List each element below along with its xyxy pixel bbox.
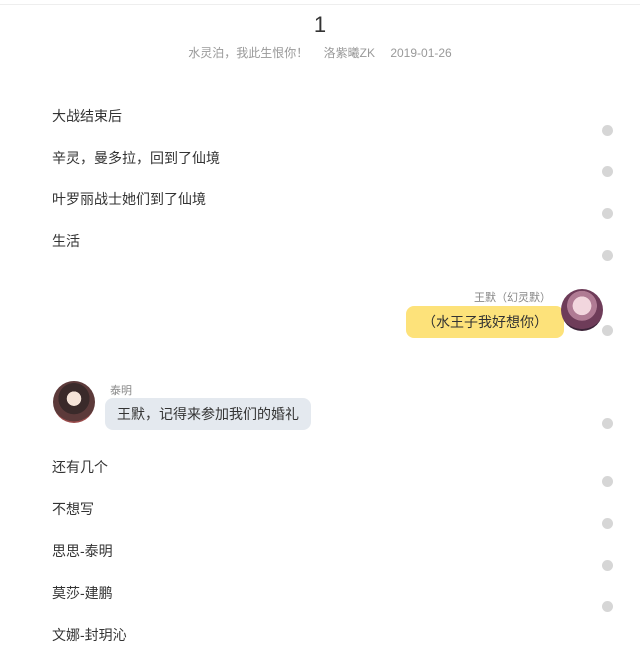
comment-dot-icon[interactable]: [602, 601, 613, 612]
chapter-number: 1: [313, 12, 327, 37]
comment-dot-icon[interactable]: [602, 560, 613, 571]
comment-dot-icon[interactable]: [602, 250, 613, 261]
paragraph: 文娜-封玥沁: [52, 627, 127, 643]
dialog-bubble-right: （水王子我好想你）: [406, 306, 564, 338]
paragraph: 莫莎-建鹏: [52, 585, 113, 601]
paragraph: 还有几个: [52, 459, 108, 475]
publish-date: 2019-01-26: [390, 46, 452, 60]
comment-dot-icon[interactable]: [602, 125, 613, 136]
author-name[interactable]: 洛紫曦ZK: [324, 46, 375, 60]
chapter-meta: 水灵泊，我此生恨你！ 洛紫曦ZK 2019-01-26: [0, 44, 640, 61]
comment-dot-icon[interactable]: [602, 325, 613, 336]
comment-dot-icon[interactable]: [602, 418, 613, 429]
paragraph: 生活: [52, 233, 80, 249]
wangmo-avatar[interactable]: [561, 289, 603, 331]
dialog-bubble-left: 王默，记得来参加我们的婚礼: [105, 398, 311, 430]
paragraph: 不想写: [52, 501, 94, 517]
top-divider: [0, 4, 640, 5]
comment-dot-icon[interactable]: [602, 518, 613, 529]
speaker-name-right: 王默（幻灵默）: [474, 292, 551, 304]
comment-dot-icon[interactable]: [602, 166, 613, 177]
comment-dot-icon[interactable]: [602, 476, 613, 487]
paragraph: 大战结束后: [52, 108, 122, 124]
comment-dot-icon[interactable]: [602, 208, 613, 219]
chapter-title: 水灵泊，我此生恨你！: [188, 46, 309, 60]
paragraph: 叶罗丽战士她们到了仙境: [52, 191, 206, 207]
taiming-avatar[interactable]: [53, 381, 95, 423]
paragraph: 辛灵，曼多拉，回到了仙境: [52, 150, 220, 166]
paragraph: 思思-泰明: [52, 543, 113, 559]
speaker-name-left: 泰明: [110, 385, 132, 397]
